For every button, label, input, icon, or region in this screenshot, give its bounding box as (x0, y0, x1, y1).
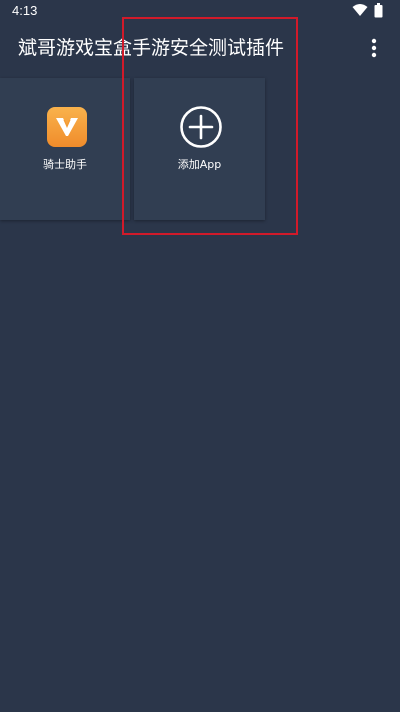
status-bar: 4:13 (0, 0, 400, 24)
screen: 4:13 斌哥游戏宝盒手游安全测试插件 骑士助手 添加App (0, 0, 400, 712)
more-options-button[interactable] (362, 36, 386, 60)
app-title: 斌哥游戏宝盒手游安全测试插件 (18, 37, 285, 59)
add-app-tile[interactable]: 添加App (134, 78, 265, 220)
knight-v-logo-icon (47, 107, 87, 147)
app-tile-knight-assistant[interactable]: 骑士助手 (0, 78, 130, 220)
more-vert-icon (371, 38, 377, 58)
app-grid: 骑士助手 添加App (0, 78, 400, 220)
status-icons (348, 3, 388, 19)
add-app-label: 添加App (177, 158, 222, 171)
wifi-icon (352, 4, 368, 16)
status-time: 4:13 (12, 3, 38, 18)
add-circle-icon (180, 106, 222, 148)
app-label: 骑士助手 (43, 158, 87, 171)
battery-icon (374, 3, 383, 18)
app-bar: 斌哥游戏宝盒手游安全测试插件 (0, 24, 400, 72)
